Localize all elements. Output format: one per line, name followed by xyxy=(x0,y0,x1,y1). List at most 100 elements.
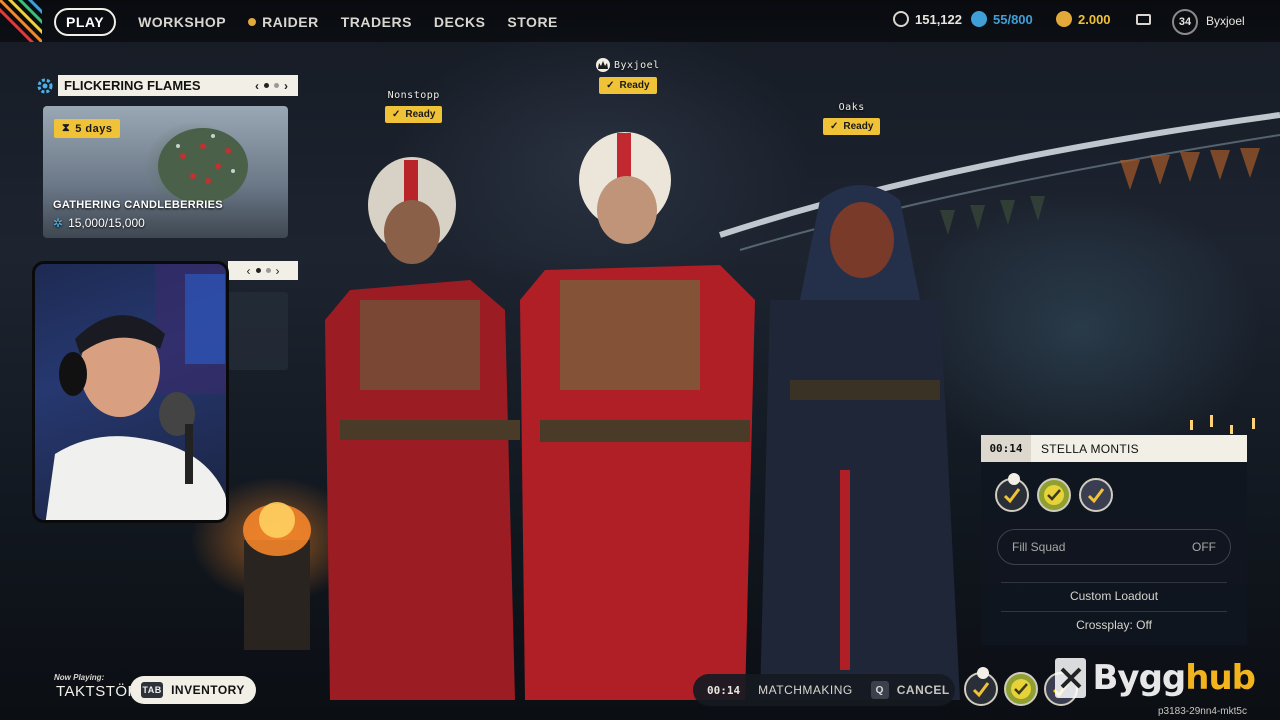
nav-store[interactable]: STORE xyxy=(507,14,557,30)
raider-gear-icon xyxy=(248,18,257,26)
squad-avatars xyxy=(995,473,1113,512)
squad-avatar-smiley[interactable] xyxy=(1037,478,1071,512)
matchmaking-label: MATCHMAKING xyxy=(758,683,853,697)
tokens-value: 55/800 xyxy=(993,11,1033,27)
profile-username[interactable]: Byxjoel xyxy=(1206,14,1245,28)
pager-prev-icon[interactable]: ‹ xyxy=(255,79,259,93)
player-plate-nonstopp: Nonstopp ✓ Ready xyxy=(385,90,443,123)
pager-prev-icon[interactable]: ‹ xyxy=(247,264,251,278)
player-plate-oaks: Oaks ✓ Ready xyxy=(823,102,881,135)
check-icon: ✓ xyxy=(392,109,401,120)
tokens-icon xyxy=(971,11,987,27)
fill-squad-label: Fill Squad xyxy=(1012,540,1066,554)
player-plate-byxjoel: Byxjoel ✓ Ready xyxy=(596,58,660,94)
inventory-button[interactable]: TAB INVENTORY xyxy=(130,676,256,704)
nav-workshop[interactable]: WORKSHOP xyxy=(138,14,226,30)
top-navigation-bar: PLAY WORKSHOP RAIDER TRADERS DECKS STORE… xyxy=(0,0,1280,42)
matchmaking-timer: 00:14 xyxy=(707,683,741,697)
raider-left xyxy=(325,157,520,700)
inventory-label: INVENTORY xyxy=(171,683,245,697)
squad-location: STELLA MONTIS xyxy=(1041,441,1139,456)
streamer-image xyxy=(45,264,226,520)
watermark-part1: Bygg xyxy=(1092,658,1186,698)
coins-value: 2.000 xyxy=(1078,11,1111,27)
credits-value: 151,122 xyxy=(915,11,962,27)
build-id: p3183-29nn4-mkt5c xyxy=(1158,706,1247,717)
streamer-webcam-overlay xyxy=(32,261,229,523)
coins-display: 2.000 xyxy=(1056,11,1111,27)
ready-badge: ✓ Ready xyxy=(385,106,443,123)
ready-status: Ready xyxy=(843,121,874,132)
second-event-pager: ‹ › xyxy=(228,261,298,280)
nav-decks[interactable]: DECKS xyxy=(434,14,486,30)
second-event-card[interactable] xyxy=(228,292,288,370)
raider-right xyxy=(760,185,960,700)
check-icon: ✓ xyxy=(606,80,615,91)
crossplay-toggle[interactable]: Crossplay: Off xyxy=(981,618,1247,632)
main-nav: PLAY WORKSHOP RAIDER TRADERS DECKS STORE xyxy=(54,8,558,36)
brand-stripes-logo xyxy=(0,0,42,42)
gear-small-icon: ✲ xyxy=(53,216,64,230)
q-key-icon: Q xyxy=(870,681,889,699)
fill-squad-value: OFF xyxy=(1192,540,1216,554)
pager-dot xyxy=(264,83,269,88)
credits-display: 151,122 xyxy=(893,11,962,27)
ready-status: Ready xyxy=(405,109,436,120)
coins-icon xyxy=(1056,11,1072,27)
crown-icon xyxy=(596,58,610,72)
raider-center xyxy=(520,132,755,700)
event-progress-value: 15,000/15,000 xyxy=(68,216,145,230)
hammer-wrench-icon xyxy=(1055,658,1087,698)
nav-play[interactable]: PLAY xyxy=(54,8,117,36)
squad-panel: 00:14 STELLA MONTIS Fill Squad OFF Custo… xyxy=(981,435,1247,645)
player-level-badge[interactable]: 34 xyxy=(1172,9,1198,35)
tokens-display: 55/800 xyxy=(971,11,1033,27)
bygghub-watermark: Bygghub xyxy=(1055,655,1256,701)
squad-header: 00:14 STELLA MONTIS xyxy=(981,435,1247,462)
watermark-text: Bygghub xyxy=(1092,658,1256,698)
event-header: FLICKERING FLAMES ‹ › xyxy=(58,75,298,96)
player-name: Nonstopp xyxy=(387,90,440,101)
pager-dot xyxy=(265,268,271,273)
tab-key-icon: TAB xyxy=(141,682,164,698)
pager-dot xyxy=(255,268,261,273)
squad-timer: 00:14 xyxy=(981,435,1031,462)
fill-squad-toggle[interactable]: Fill Squad OFF xyxy=(997,529,1231,565)
ready-status: Ready xyxy=(619,80,650,91)
now-playing-label: Now Playing: xyxy=(54,673,105,682)
event-title: FLICKERING FLAMES xyxy=(64,78,201,93)
event-card-title: GATHERING CANDLEBERRIES xyxy=(53,199,223,211)
gear-icon xyxy=(36,77,54,95)
pager-next-icon[interactable]: › xyxy=(276,264,280,278)
event-timer-badge: ⧗ 5 days xyxy=(54,119,121,138)
player-name: Byxjoel xyxy=(614,59,660,71)
bottom-avatar-leader[interactable] xyxy=(964,667,998,706)
event-timer: 5 days xyxy=(75,122,113,135)
ready-badge: ✓ Ready xyxy=(599,77,657,94)
ready-badge: ✓ Ready xyxy=(823,118,881,135)
squad-avatar-three[interactable] xyxy=(1079,478,1113,512)
cancel-matchmaking-button[interactable]: Q CANCEL xyxy=(870,681,950,699)
divider xyxy=(1001,582,1227,583)
mail-icon[interactable] xyxy=(1136,14,1151,25)
crown-icon xyxy=(1008,473,1020,485)
squad-avatar-leader[interactable] xyxy=(995,473,1029,512)
event-pager: ‹ › xyxy=(255,75,288,96)
player-name-row: Byxjoel xyxy=(596,58,660,72)
nav-traders[interactable]: TRADERS xyxy=(341,14,412,30)
crown-icon xyxy=(977,667,989,679)
candleberry-bush-image xyxy=(158,128,248,204)
credits-icon xyxy=(893,11,909,27)
bottom-avatar-smiley[interactable] xyxy=(1004,672,1038,706)
pager-next-icon[interactable]: › xyxy=(284,79,288,93)
matchmaking-bar: 00:14 MATCHMAKING Q CANCEL xyxy=(693,674,955,706)
hourglass-icon: ⧗ xyxy=(62,122,71,134)
divider xyxy=(1001,611,1227,612)
nav-raider[interactable]: RAIDER xyxy=(248,14,319,30)
check-icon: ✓ xyxy=(830,121,839,132)
pager-dot xyxy=(274,83,279,88)
watermark-part2: hub xyxy=(1185,658,1256,698)
custom-loadout-button[interactable]: Custom Loadout xyxy=(981,589,1247,603)
event-card[interactable]: ⧗ 5 days GATHERING CANDLEBERRIES ✲ 15,00… xyxy=(43,106,288,238)
player-name: Oaks xyxy=(838,102,865,113)
